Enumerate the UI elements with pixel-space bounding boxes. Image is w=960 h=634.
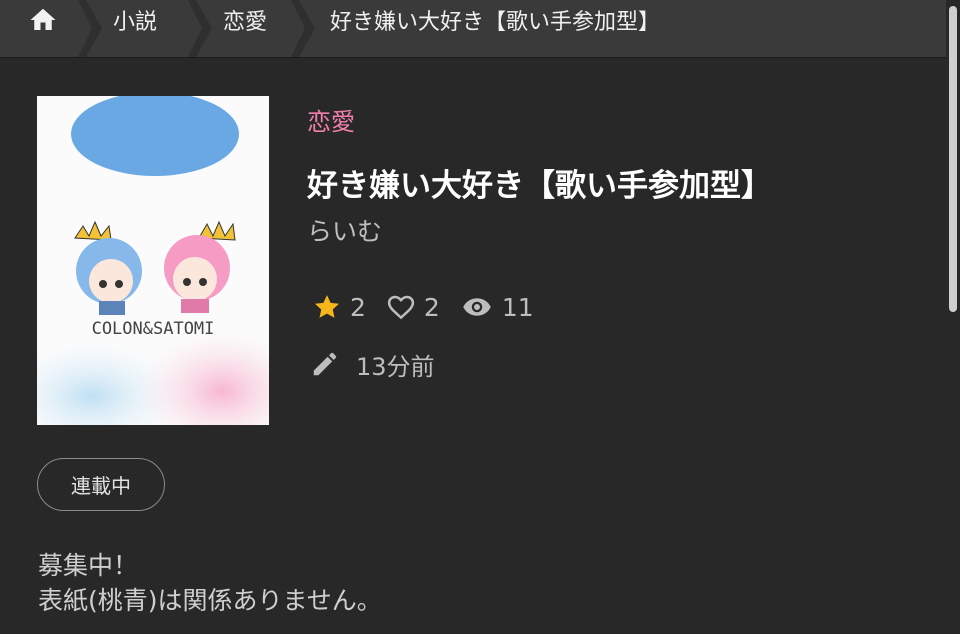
star-icon: [315, 295, 339, 318]
breadcrumb-item-title[interactable]: 好き嫌い大好き【歌い手参加型】: [330, 0, 660, 40]
updated-time: 13分前: [310, 346, 435, 382]
heart-icon: [387, 295, 415, 320]
star-count: 2: [312, 292, 366, 322]
pencil-icon: [313, 352, 337, 376]
cover-image[interactable]: COLON&SATOMI: [37, 96, 269, 425]
view-count-value: 11: [501, 292, 534, 322]
author-link[interactable]: らいむ: [307, 212, 382, 248]
heart-count-value: 2: [423, 292, 440, 322]
breadcrumb-separator: [188, 0, 212, 57]
view-count: 11: [460, 292, 534, 322]
description: 募集中！ 表紙(桃青)は関係ありません。: [38, 548, 382, 618]
star-count-value: 2: [350, 292, 366, 322]
breadcrumb-item-novel[interactable]: 小説: [113, 0, 157, 40]
breadcrumb-separator: [291, 0, 315, 57]
cover-text: COLON&SATOMI: [92, 319, 215, 339]
description-line: 表紙(桃青)は関係ありません。: [38, 586, 382, 615]
heart-count: 2: [386, 292, 440, 322]
scrollbar-thumb[interactable]: [949, 6, 957, 312]
genre-link[interactable]: 恋愛: [307, 102, 355, 137]
stats-row: 2 2 11: [312, 290, 554, 324]
cover-illustration: COLON&SATOMI: [37, 96, 269, 425]
home-icon: [30, 8, 56, 30]
updated-time-value: 13分前: [356, 352, 435, 381]
breadcrumb-item-genre[interactable]: 恋愛: [223, 0, 267, 40]
novel-title: 好き嫌い大好き【歌い手参加型】: [307, 168, 772, 204]
description-line: 募集中！: [38, 551, 139, 580]
breadcrumb-separator: [78, 0, 102, 57]
status-badge: 連載中: [37, 458, 165, 511]
breadcrumb: 小説 恋愛 好き嫌い大好き【歌い手参加型】: [0, 0, 946, 58]
breadcrumb-home[interactable]: [28, 4, 60, 36]
eye-icon: [463, 298, 491, 316]
